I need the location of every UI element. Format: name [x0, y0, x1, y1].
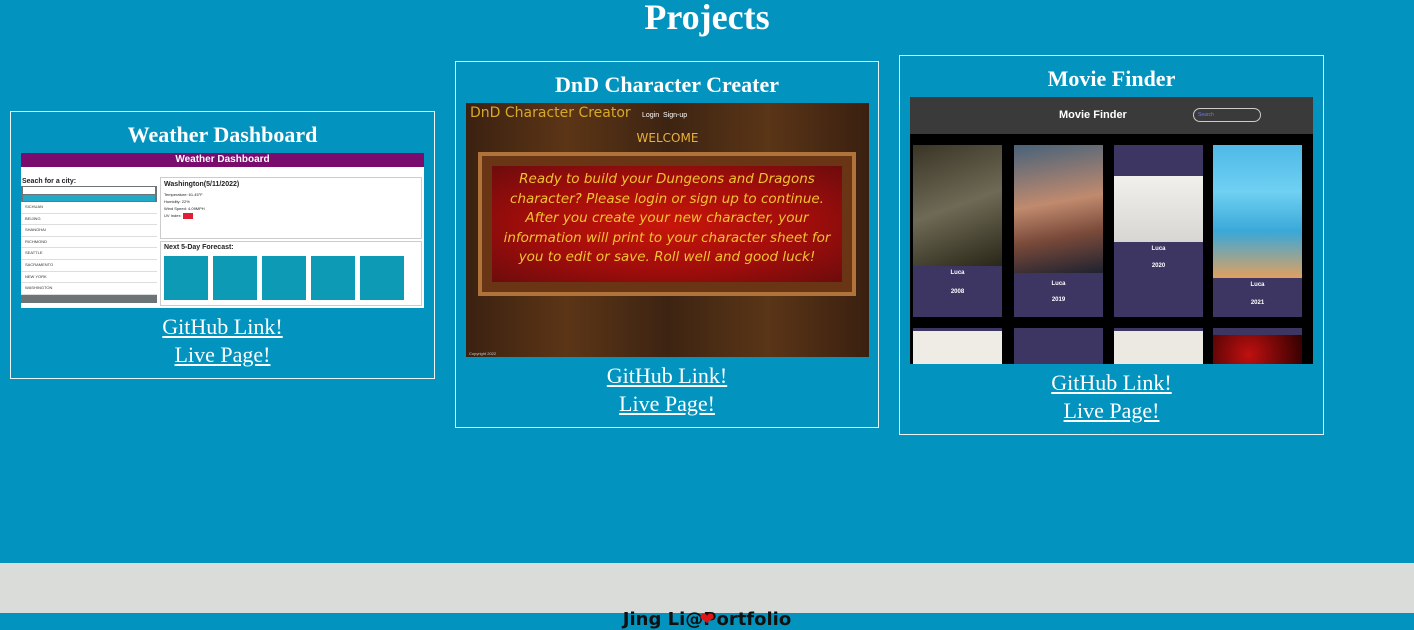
- thumb-search-input: Search: [1193, 108, 1261, 122]
- thumb-nav: Login Sign-up: [642, 112, 687, 119]
- movie-poster: [1213, 145, 1302, 278]
- page-title: Projects: [644, 0, 770, 37]
- thumb-temp: Temperature: 61.45°F: [164, 192, 203, 197]
- history-item: SEATTLE: [21, 248, 157, 260]
- movie-card: [913, 328, 1002, 364]
- project-card-weather: Weather Dashboard Weather Dashboard Seac…: [10, 111, 435, 379]
- thumb-history-list: SICHUAN BEIJING SHANGHAI RICHMOND SEATTL…: [21, 202, 157, 295]
- live-page-link[interactable]: Live Page!: [456, 390, 878, 418]
- movie-poster: [1114, 331, 1203, 364]
- movie-card: Luca 2021: [1213, 145, 1302, 317]
- github-link[interactable]: GitHub Link!: [900, 369, 1323, 397]
- thumb-login: Login: [642, 112, 660, 119]
- movie-year: 2021: [1250, 300, 1265, 306]
- project-screenshot: DnD Character Creator Login Sign-up WELC…: [466, 103, 869, 357]
- thumb-message: Ready to build your Dungeons and Dragons…: [503, 171, 831, 265]
- movie-card: Luca 2020: [1114, 145, 1203, 317]
- movie-poster: [1114, 176, 1203, 242]
- movie-card: Luca 2008: [913, 145, 1002, 317]
- github-link[interactable]: GitHub Link!: [456, 362, 878, 390]
- thumb-city: Washington(5/11/2022): [164, 181, 240, 188]
- thumb-plaque: Ready to build your Dungeons and Dragons…: [492, 166, 842, 282]
- thumb-humidity: Humidity: 22%: [164, 199, 190, 204]
- movie-name: Luca: [1250, 282, 1265, 288]
- movie-name: Luca: [950, 270, 965, 276]
- forecast-day-card: [213, 256, 257, 300]
- movie-name: Luca: [1051, 281, 1066, 287]
- movie-poster: [913, 145, 1002, 266]
- footer: Jing Li@Portfolio ❤: [0, 563, 1414, 630]
- movie-year: 2008: [950, 289, 965, 295]
- thumb-search-label: Seach for a city:: [21, 177, 157, 186]
- thumb-footer: Copyright 2022: [469, 351, 497, 356]
- history-item: SACRAMENTO: [21, 259, 157, 272]
- forecast-day-card: [262, 256, 306, 300]
- movie-card: Luca 2019: [1014, 145, 1103, 317]
- history-item: WASHINGTON: [21, 283, 157, 295]
- movie-poster: [1014, 145, 1103, 273]
- movie-year: 2019: [1051, 297, 1066, 303]
- thumb-wind: Wind Speed: 4.09MPH: [164, 206, 205, 211]
- project-card-movie: Movie Finder Movie Finder Search Luca 20…: [899, 55, 1324, 435]
- history-item: SHANGHAI: [21, 225, 157, 237]
- project-screenshot: Weather Dashboard Seach for a city: SICH…: [21, 153, 424, 308]
- project-title: DnD Character Creater: [555, 72, 779, 97]
- thumb-app-title: Movie Finder: [1059, 109, 1127, 121]
- thumb-forecast-title: Next 5-Day Forecast:: [164, 244, 234, 251]
- thumb-header: Weather Dashboard: [21, 153, 424, 167]
- thumb-current-weather: Washington(5/11/2022) Temperature: 61.45…: [160, 177, 422, 239]
- live-page-link[interactable]: Live Page!: [11, 341, 434, 369]
- forecast-day-card: [164, 256, 208, 300]
- live-page-link[interactable]: Live Page!: [900, 397, 1323, 425]
- movie-year: 2020: [1151, 263, 1166, 269]
- project-title: Movie Finder: [1047, 66, 1176, 91]
- thumb-search-button: [23, 195, 155, 201]
- heart-icon: ❤: [699, 609, 715, 630]
- forecast-day-card: [311, 256, 355, 300]
- forecast-day-card: [360, 256, 404, 300]
- movie-card: [1014, 328, 1103, 364]
- thumb-uv: UV Index:: [164, 213, 182, 219]
- movie-poster: [913, 331, 1002, 364]
- thumb-search-input: [23, 187, 155, 194]
- history-item: SICHUAN: [21, 202, 157, 214]
- movie-card: [1213, 328, 1302, 364]
- movie-card: [1114, 328, 1203, 364]
- thumb-app-title: DnD Character Creator: [470, 105, 631, 121]
- history-item: RICHMOND: [21, 236, 157, 249]
- uv-badge: [182, 213, 193, 219]
- thumb-forecast: Next 5-Day Forecast:: [160, 241, 422, 306]
- thumb-plaque-frame: Ready to build your Dungeons and Dragons…: [478, 152, 856, 296]
- github-link[interactable]: GitHub Link!: [11, 313, 434, 341]
- movie-name: Luca: [1151, 246, 1166, 252]
- thumb-welcome: WELCOME: [636, 131, 699, 145]
- thumb-header: Movie Finder Search: [910, 97, 1313, 134]
- project-title: Weather Dashboard: [127, 122, 318, 147]
- history-item: BEIJING: [21, 213, 157, 226]
- project-screenshot: Movie Finder Search Luca 2008 Luca 2019 …: [910, 97, 1313, 364]
- movie-poster: [1213, 335, 1302, 364]
- history-item: NEW YORK: [21, 271, 157, 284]
- thumb-signup: Sign-up: [663, 112, 688, 119]
- project-card-dnd: DnD Character Creater DnD Character Crea…: [455, 61, 879, 428]
